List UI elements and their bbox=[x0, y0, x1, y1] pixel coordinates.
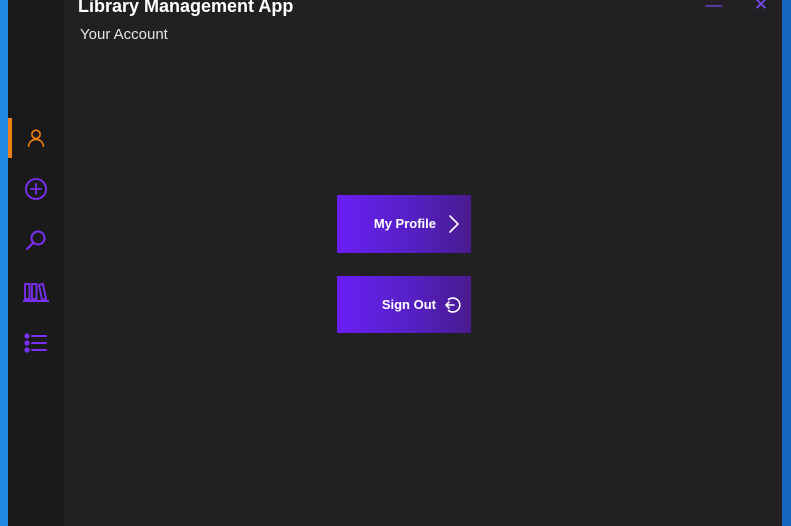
sign-out-label: Sign Out bbox=[381, 297, 436, 312]
my-profile-button[interactable]: My Profile bbox=[337, 195, 471, 253]
sidebar-item-add[interactable] bbox=[8, 169, 64, 209]
books-icon bbox=[23, 282, 49, 302]
sidebar bbox=[8, 0, 64, 526]
sidebar-item-books[interactable] bbox=[8, 272, 64, 312]
sidebar-item-search[interactable] bbox=[8, 220, 64, 260]
add-circle-icon bbox=[25, 178, 47, 200]
close-button[interactable]: ✕ bbox=[748, 0, 774, 16]
sidebar-item-list[interactable] bbox=[8, 323, 64, 363]
chevron-right-icon bbox=[449, 215, 459, 233]
desktop-background-left bbox=[0, 0, 8, 526]
sign-out-button[interactable]: Sign Out bbox=[337, 276, 471, 333]
app-window: Library Management App Your Account — ✕ … bbox=[8, 0, 782, 526]
user-icon bbox=[27, 129, 45, 148]
sign-out-icon bbox=[445, 297, 461, 313]
sidebar-item-account[interactable] bbox=[8, 118, 64, 158]
minimize-button[interactable]: — bbox=[701, 0, 727, 16]
search-icon bbox=[26, 230, 46, 250]
my-profile-label: My Profile bbox=[373, 216, 436, 231]
page-subtitle: Your Account bbox=[80, 26, 168, 43]
list-icon bbox=[24, 333, 47, 353]
app-title: Library Management App bbox=[78, 0, 294, 16]
desktop-background-right bbox=[782, 0, 791, 526]
